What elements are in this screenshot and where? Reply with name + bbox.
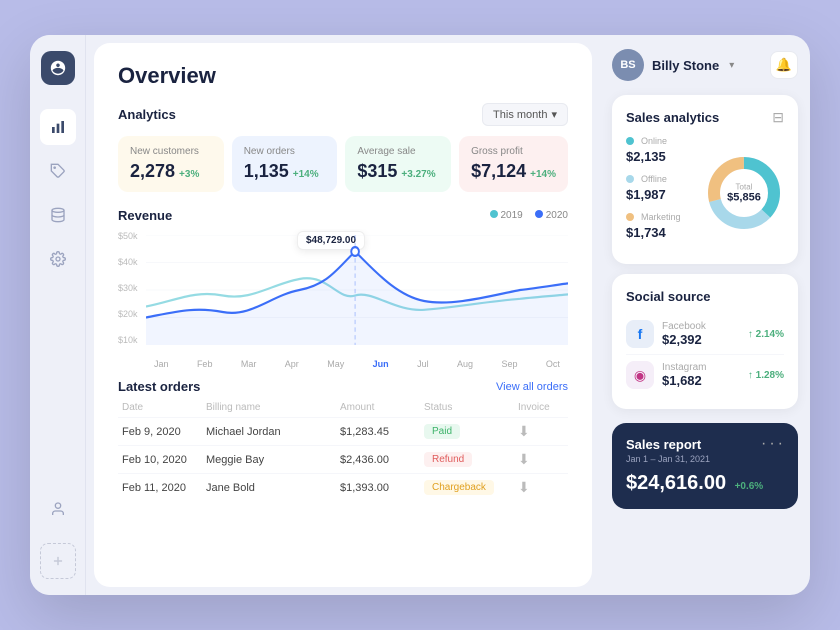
main-content: Overview Analytics This month ▾ New cust…: [94, 43, 592, 587]
app-logo[interactable]: [41, 51, 75, 85]
table-header: Date Billing name Amount Status Invoice: [118, 402, 568, 417]
user-name: Billy Stone: [652, 58, 719, 73]
download-icon[interactable]: ⬇: [518, 479, 578, 496]
social-row-instagram: ◉ Instagram $1,682 ↑ 1.28%: [626, 355, 784, 395]
sidebar-item-settings[interactable]: [40, 241, 76, 277]
card-title: Sales analytics: [626, 110, 719, 125]
latest-orders-header: Latest orders View all orders: [118, 379, 568, 394]
page-title: Overview: [118, 63, 568, 89]
donut-total: Total $5,856: [727, 183, 761, 204]
month-selector[interactable]: This month ▾: [482, 103, 568, 126]
facebook-info: Facebook $2,392: [662, 321, 740, 347]
sidebar: [30, 35, 86, 595]
download-icon[interactable]: ⬇: [518, 423, 578, 440]
filter-icon[interactable]: ⊟: [772, 109, 784, 126]
table-row: Feb 11, 2020 Jane Bold $1,393.00 Chargeb…: [118, 473, 568, 501]
notification-bell[interactable]: 🔔: [770, 51, 798, 79]
social-row-facebook: f Facebook $2,392 ↑ 2.14%: [626, 314, 784, 355]
analytics-body: Online $2,135 Offline $1,987: [626, 136, 784, 250]
revenue-section-header: Revenue 2019 2020: [118, 208, 568, 223]
stat-gross-profit: Gross profit $7,124+14%: [459, 136, 568, 192]
card-header: Sales analytics ⊟: [626, 109, 784, 126]
social-source-card: Social source f Facebook $2,392 ↑ 2.14% …: [612, 274, 798, 409]
stat-new-customers: New customers 2,278+3%: [118, 136, 224, 192]
stats-grid: New customers 2,278+3% New orders 1,135+…: [118, 136, 568, 192]
facebook-icon: f: [626, 320, 654, 348]
instagram-icon: ◉: [626, 361, 654, 389]
stat-average-sale: Average sale $315+3.27%: [345, 136, 451, 192]
page-header: Overview: [118, 63, 568, 89]
instagram-info: Instagram $1,682: [662, 362, 740, 388]
avatar: BS: [612, 49, 644, 81]
sidebar-item-add[interactable]: [40, 543, 76, 579]
more-options-icon[interactable]: ···: [761, 435, 786, 453]
chart-legend: 2019 2020: [490, 210, 569, 221]
analytics-legend: Online $2,135 Offline $1,987: [626, 136, 694, 250]
status-badge: Refund: [424, 452, 472, 467]
sidebar-item-database[interactable]: [40, 197, 76, 233]
sales-report-card: ··· Sales report Jan 1 – Jan 31, 2021 $2…: [612, 423, 798, 509]
latest-orders-label: Latest orders: [118, 379, 200, 394]
legend-offline: Offline $1,987: [626, 174, 694, 204]
sidebar-item-orders[interactable]: [40, 153, 76, 189]
legend-online: Online $2,135: [626, 136, 694, 166]
analytics-section-header: Analytics This month ▾: [118, 103, 568, 126]
instagram-change: ↑ 1.28%: [748, 370, 784, 381]
legend-marketing: Marketing $1,734: [626, 212, 694, 242]
table-row: Feb 9, 2020 Michael Jordan $1,283.45 Pai…: [118, 417, 568, 445]
view-all-orders-link[interactable]: View all orders: [496, 381, 568, 393]
stat-new-orders: New orders 1,135+14%: [232, 136, 338, 192]
report-change: +0.6%: [735, 481, 764, 492]
orders-table: Date Billing name Amount Status Invoice …: [118, 402, 568, 501]
social-source-title: Social source: [626, 289, 711, 304]
report-value: $24,616.00: [626, 472, 726, 494]
sidebar-item-profile[interactable]: [40, 491, 76, 527]
donut-chart: Total $5,856: [704, 153, 784, 233]
table-row: Feb 10, 2020 Meggie Bay $2,436.00 Refund…: [118, 445, 568, 473]
analytics-label: Analytics: [118, 107, 176, 122]
status-badge: Chargeback: [424, 480, 494, 495]
facebook-change: ↑ 2.14%: [748, 329, 784, 340]
revenue-chart: $48,729.00 $50k $40k $30k: [118, 229, 568, 369]
user-info[interactable]: BS Billy Stone ▾: [612, 49, 734, 81]
chevron-down-icon: ▾: [551, 108, 557, 121]
right-panel: BS Billy Stone ▾ 🔔 Sales analytics ⊟ Onl…: [600, 35, 810, 595]
report-date: Jan 1 – Jan 31, 2021: [626, 454, 784, 464]
revenue-label: Revenue: [118, 208, 172, 223]
sales-analytics-card: Sales analytics ⊟ Online $2,135: [612, 95, 798, 264]
download-icon[interactable]: ⬇: [518, 451, 578, 468]
status-badge: Paid: [424, 424, 460, 439]
chevron-down-icon: ▾: [729, 60, 734, 71]
sidebar-item-analytics[interactable]: [40, 109, 76, 145]
user-header: BS Billy Stone ▾ 🔔: [612, 49, 798, 81]
